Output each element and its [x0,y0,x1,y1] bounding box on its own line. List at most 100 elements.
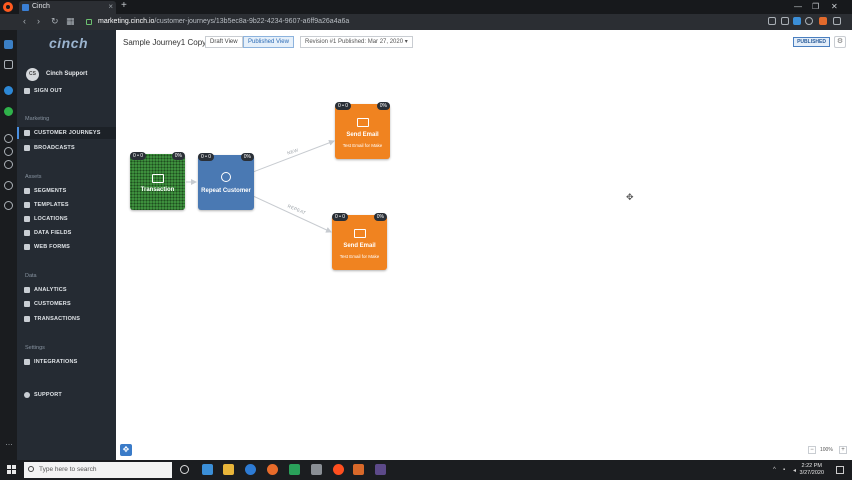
sign-out-icon [24,88,30,94]
node-send-email-repeat[interactable]: 0 • 0 0% Send Email Test Email for Make [332,213,387,270]
edge-icon[interactable] [245,464,256,475]
main-content: Sample Journey1 Copy Draft View Publishe… [116,30,852,460]
status-badge: PUBLISHED [793,37,830,47]
flow-icon[interactable] [4,134,13,143]
sidebar-item-locations[interactable]: LOCATIONS [17,213,116,225]
zoom-in-button[interactable]: + [839,446,847,454]
credit-card-icon [151,174,164,183]
segments-icon [24,188,30,194]
sidebar-item-analytics[interactable]: ANALYTICS [17,284,116,296]
messenger-icon[interactable] [4,86,13,95]
forward-icon[interactable]: › [37,16,40,26]
tabs-grid-icon[interactable]: ▦ [66,16,75,27]
app-sidebar: cinch CS Cinch Support SIGN OUT Marketin… [17,30,116,460]
firefox-icon[interactable] [267,464,278,475]
windows-start-icon[interactable] [7,465,17,475]
fit-view-button[interactable]: ✥ [120,444,132,456]
more-icon[interactable]: … [5,438,13,447]
taskbar-search-input[interactable]: Type here to search [24,462,172,478]
revision-label: Revision #1 Published: Mar 27, 2020 [305,39,404,45]
cortana-icon[interactable] [180,465,189,474]
revision-select[interactable]: Revision #1 Published: Mar 27, 2020 ▾ [300,36,413,48]
heart-icon[interactable] [805,17,813,25]
sidebar-item-integrations[interactable]: INTEGRATIONS [17,356,116,368]
metamask-icon[interactable] [819,17,827,25]
back-icon[interactable]: ‹ [23,16,26,26]
section-settings: Settings [25,345,45,351]
section-marketing: Marketing [25,116,50,122]
tray-chevron-icon[interactable]: ^ [773,467,779,473]
connector-new [252,139,335,173]
zoom-level: 100% [820,447,833,453]
heart-sidebar-icon[interactable] [4,160,13,169]
opera-taskbar-icon[interactable] [333,464,344,475]
cinch-favicon-icon [22,4,29,11]
settings-icon[interactable] [4,201,13,210]
browser-tab[interactable]: Cinch × [19,1,116,14]
brand-logo[interactable]: cinch [49,35,88,51]
sidebar-item-customers[interactable]: CUSTOMERS [17,298,116,310]
home-icon[interactable] [4,40,13,49]
network-icon[interactable]: ▪ [783,467,789,473]
sidebar-item-data-fields[interactable]: DATA FIELDS [17,227,116,239]
close-tab-icon[interactable]: × [108,2,113,11]
clock-date: 3/27/2020 [799,470,824,476]
maximize-icon[interactable]: ❐ [812,2,819,11]
journeys-icon [24,130,30,136]
speed-dial-icon[interactable] [4,60,13,69]
gear-icon[interactable]: ⚙ [834,36,846,48]
journey-canvas[interactable]: NEW REPEAT 0 • 0 0% Transaction 0 • 0 0%… [116,54,852,460]
url-field[interactable]: marketing.cinch.io/customer-journeys/13b… [86,16,766,28]
published-view-button[interactable]: Published View [243,36,294,48]
history-icon[interactable] [4,181,13,190]
integrations-icon [24,359,30,365]
volume-icon[interactable]: ◂ [793,467,799,474]
taskbar-clock[interactable]: 2:22 PM 3/27/2020 [800,463,824,477]
sidebar-item-templates[interactable]: TEMPLATES [17,199,116,211]
envelope-icon [356,118,369,127]
sign-out-link[interactable]: SIGN OUT [17,85,116,97]
sidebar-item-broadcasts[interactable]: BROADCASTS [17,142,116,154]
whatsapp-icon[interactable] [4,107,13,116]
url-path: /customer-journeys/13b5ec8a-9b22-4234-96… [154,18,350,25]
extension-icon[interactable] [793,17,801,25]
node-percent: 0% [376,102,390,110]
draft-view-button[interactable]: Draft View [205,36,243,48]
reload-icon[interactable]: ↻ [51,16,59,27]
sidebar-item-support[interactable]: SUPPORT [17,389,116,401]
notifications-icon[interactable] [836,466,844,474]
sidebar-item-label: BROADCASTS [34,145,75,151]
opera-logo-icon[interactable] [3,2,13,12]
node-count: 0 • 0 [198,153,215,161]
task-view-icon[interactable] [202,464,213,475]
connector-repeat [252,195,332,233]
sidebar-item-web-forms[interactable]: WEB FORMS [17,241,116,253]
file-explorer-icon[interactable] [223,464,234,475]
sidebar-item-customer-journeys[interactable]: CUSTOMER JOURNEYS [17,127,116,139]
metamask-taskbar-icon[interactable] [353,464,364,475]
app-purple-icon[interactable] [375,464,386,475]
sidebar-item-segments[interactable]: SEGMENTS [17,185,116,197]
section-data: Data [25,273,37,279]
minimize-icon[interactable]: — [794,2,802,11]
vpn-icon[interactable] [781,17,789,25]
node-repeat-customer[interactable]: 0 • 0 0% Repeat Customer [198,153,254,210]
app-gray-icon[interactable] [311,464,322,475]
node-count: 0 • 0 [332,213,349,221]
tab-title: Cinch [32,3,50,10]
node-send-email-new[interactable]: 0 • 0 0% Send Email Test Email for Make [335,102,390,159]
node-percent: 0% [373,213,387,221]
analytics-icon [24,287,30,293]
bookmarks-icon[interactable] [4,147,13,156]
snapshot-icon[interactable] [768,17,776,25]
close-window-icon[interactable]: ✕ [831,2,838,11]
new-tab-icon[interactable]: + [121,0,127,11]
screen: Cinch × + — ❐ ✕ ‹ › ↻ ▦ marketing.cinch.… [0,0,852,480]
customers-icon [24,301,30,307]
zoom-out-button[interactable]: − [808,446,816,454]
download-icon[interactable] [833,17,841,25]
app-green-icon[interactable] [289,464,300,475]
node-transaction[interactable]: 0 • 0 0% Transaction [130,152,185,210]
sidebar-item-transactions[interactable]: TRANSACTIONS [17,313,116,325]
node-count: 0 • 0 [335,102,352,110]
